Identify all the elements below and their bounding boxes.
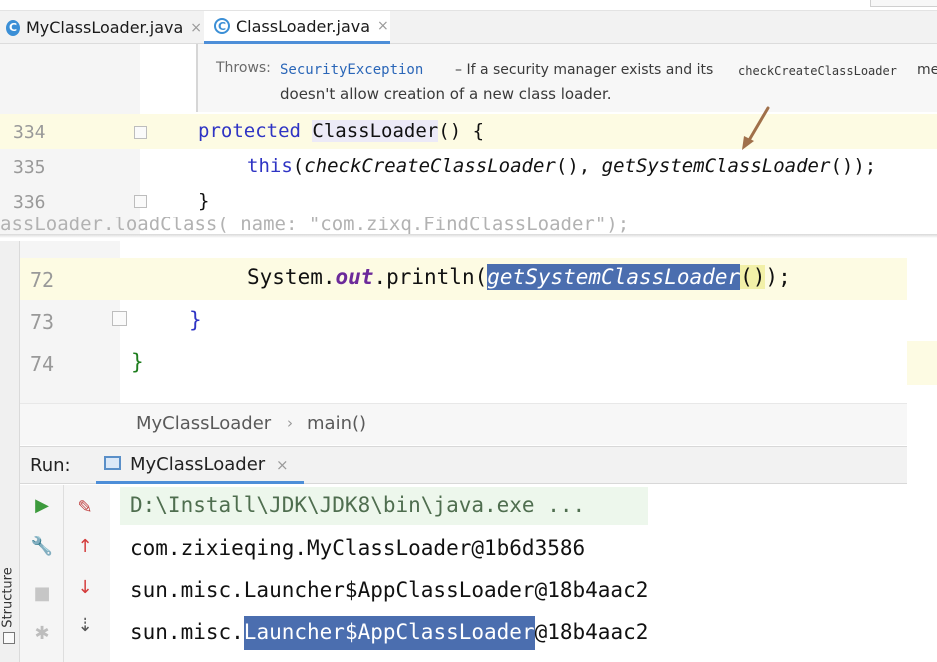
doc-exception-link[interactable]: SecurityException	[280, 62, 423, 78]
selected-text: Launcher$AppClassLoader	[243, 616, 535, 650]
java-class-icon: C	[214, 18, 230, 34]
soft-wrap-icon[interactable]: ✎	[74, 496, 96, 518]
code-line[interactable]: this(checkCreateClassLoader(), getSystem…	[247, 155, 876, 177]
console-text: @18b4aac2	[534, 620, 649, 644]
editor-right-margin	[907, 241, 937, 662]
line-number: 73	[30, 310, 55, 334]
line-number: 334	[13, 122, 46, 143]
tab-classloader[interactable]: C ClassLoader.java ×	[204, 11, 390, 44]
annotation-arrow-icon	[742, 106, 770, 150]
breadcrumb-separator: ›	[287, 414, 293, 432]
stop-icon[interactable]: ■	[31, 582, 53, 604]
java-class-icon: C	[6, 19, 20, 36]
code-line[interactable]: }	[198, 190, 209, 212]
code-text: );	[765, 265, 791, 289]
code-line[interactable]: System.out.println(getSystemClassLoader(…	[247, 264, 791, 290]
code-line[interactable]: protected ClassLoader() {	[198, 120, 484, 142]
debug-icon[interactable]: ✱	[31, 622, 53, 644]
code-text: () {	[438, 120, 485, 142]
close-icon[interactable]: ×	[377, 18, 389, 34]
fold-marker-icon[interactable]	[134, 126, 147, 139]
close-icon[interactable]: ×	[190, 20, 202, 36]
doc-text: – If a security manager exists and its	[455, 62, 714, 78]
console-icon	[104, 456, 121, 470]
console-text: sun.misc.	[130, 620, 244, 644]
selected-text: getSystemClassLoader	[487, 264, 741, 290]
scroll-to-end-icon[interactable]: ⇣	[74, 614, 96, 636]
doc-text-clipped: me	[917, 62, 937, 78]
window-top-strip	[0, 0, 937, 11]
method-call: getSystemClassLoader	[601, 155, 831, 177]
doc-throws-label: Throws:	[216, 60, 271, 76]
toolbar-divider	[63, 485, 64, 662]
fold-marker-icon[interactable]	[112, 311, 127, 326]
console-line[interactable]: sun.misc.Launcher$AppClassLoader@18b4aac…	[130, 616, 649, 650]
breadcrumb-item-class[interactable]: MyClassLoader	[136, 413, 271, 434]
code-text: System.	[247, 265, 336, 289]
overlapped-code-text: assLoader.loadClass( name: "com.zixq.Fin…	[0, 217, 630, 235]
arrow-down-icon[interactable]: ↓	[74, 576, 96, 598]
console-line[interactable]: D:\Install\JDK\JDK8\bin\java.exe ...	[130, 493, 585, 517]
tab-myclassloader[interactable]: C MyClassLoader.java ×	[6, 11, 202, 44]
keyword: this	[247, 155, 293, 177]
console-line[interactable]: sun.misc.Launcher$AppClassLoader@18b4aac…	[130, 578, 648, 602]
line-number: 336	[13, 192, 46, 213]
tab-label: ClassLoader.java	[236, 16, 371, 36]
code-line[interactable]: }	[131, 350, 144, 374]
line-highlight-band	[907, 341, 937, 385]
class-name: ClassLoader	[312, 120, 439, 142]
panel-shadow	[0, 234, 937, 238]
matched-paren: ()	[740, 265, 766, 289]
console-line[interactable]: com.zixieqing.MyClassLoader@1b6d3586	[130, 536, 585, 560]
code-text: .println(	[373, 265, 488, 289]
line-number: 74	[30, 352, 55, 376]
line-number: 72	[30, 268, 55, 292]
method-call: checkCreateClassLoader	[304, 155, 556, 177]
run-panel-label: Run:	[30, 455, 71, 476]
doc-text-line2: doesn't allow creation of a new class lo…	[280, 85, 612, 103]
structure-tool-button[interactable]: Structure	[1, 567, 16, 627]
doc-code: checkCreateClassLoader	[738, 64, 897, 78]
wrench-icon[interactable]: 🔧	[31, 535, 53, 557]
line-number: 335	[13, 157, 46, 178]
run-tab-label: MyClassLoader	[130, 454, 266, 475]
fold-marker-icon[interactable]	[134, 195, 147, 208]
static-field: out	[335, 265, 374, 289]
tab-label: MyClassLoader.java	[25, 18, 184, 37]
keyword: protected	[198, 120, 301, 142]
breadcrumb-item-method[interactable]: main()	[307, 413, 366, 434]
code-line[interactable]: }	[189, 308, 202, 332]
close-icon[interactable]: ×	[276, 456, 289, 474]
window-corner-control[interactable]	[870, 0, 937, 7]
rerun-icon[interactable]: ▶	[31, 494, 53, 516]
arrow-up-icon[interactable]: ↑	[74, 535, 96, 557]
structure-icon	[3, 632, 15, 644]
